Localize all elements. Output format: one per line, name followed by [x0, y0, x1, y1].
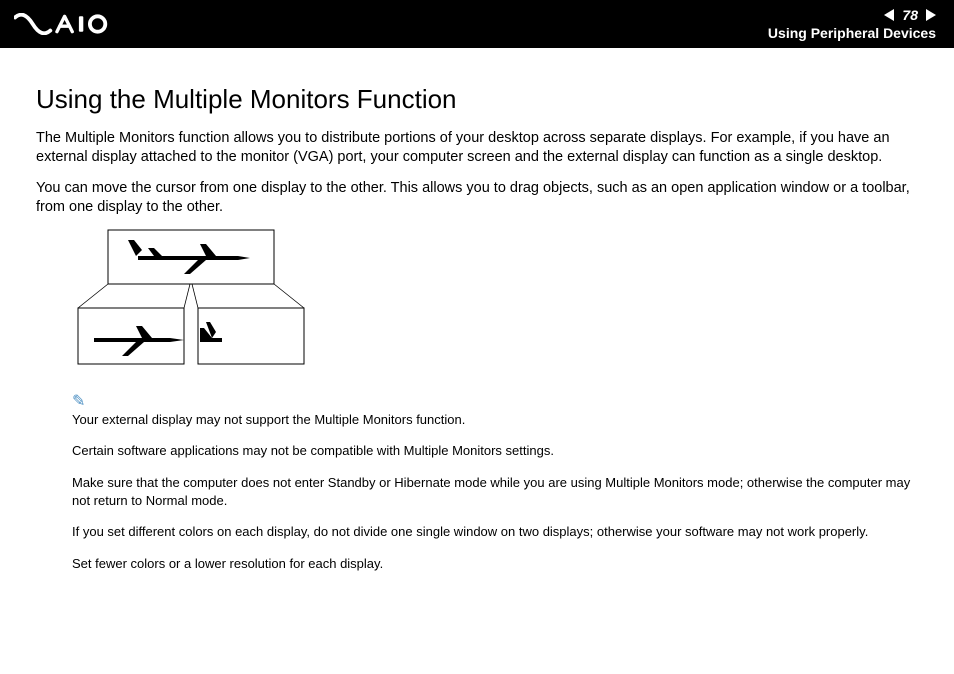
- prev-page-icon[interactable]: [884, 9, 894, 21]
- note-4: If you set different colors on each disp…: [72, 523, 924, 541]
- section-title: Using Peripheral Devices: [768, 25, 936, 41]
- paragraph-2: You can move the cursor from one display…: [36, 179, 924, 217]
- paragraph-1: The Multiple Monitors function allows yo…: [36, 129, 924, 167]
- note-3: Make sure that the computer does not ent…: [72, 474, 924, 509]
- page-navigation: 78: [768, 7, 936, 23]
- vaio-logo: [14, 13, 135, 35]
- header-right: 78 Using Peripheral Devices: [768, 7, 936, 41]
- next-page-icon[interactable]: [926, 9, 936, 21]
- page-content: Using the Multiple Monitors Function The…: [0, 48, 954, 572]
- note-icon: ✎: [72, 394, 85, 410]
- notes-block: ✎ Your external display may not support …: [72, 393, 924, 572]
- note-5: Set fewer colors or a lower resolution f…: [72, 555, 924, 573]
- note-2: Certain software applications may not be…: [72, 442, 924, 460]
- note-1: Your external display may not support th…: [72, 411, 924, 429]
- multiple-monitors-figure: [72, 228, 310, 375]
- page-header: 78 Using Peripheral Devices: [0, 0, 954, 48]
- page-heading: Using the Multiple Monitors Function: [36, 84, 924, 115]
- page-number: 78: [902, 7, 918, 23]
